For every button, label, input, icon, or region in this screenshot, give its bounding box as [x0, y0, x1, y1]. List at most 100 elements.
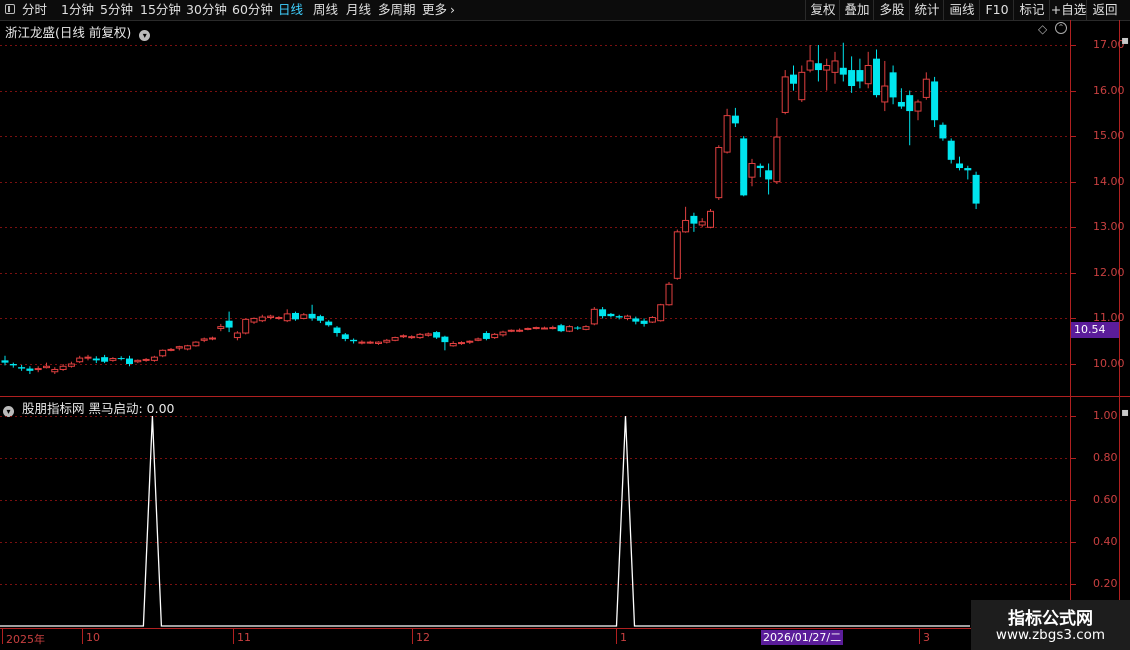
candle-body — [848, 70, 856, 87]
candle-body — [34, 368, 42, 371]
candle-body — [408, 336, 416, 339]
candle-body — [773, 136, 781, 183]
y-tick-label: 14.00 — [1093, 174, 1125, 188]
candle-body — [159, 349, 167, 357]
candle-body — [275, 317, 283, 320]
candle-body — [59, 365, 67, 370]
candle-body — [541, 327, 548, 330]
candle-body — [590, 308, 598, 325]
candle-body — [748, 162, 756, 178]
watermark-url: www.zbgs3.com — [995, 627, 1106, 643]
candle-body — [142, 358, 150, 361]
candle-body — [549, 327, 557, 330]
candle-body — [250, 317, 258, 323]
candle-body — [632, 318, 640, 322]
y-tick-label: 10.00 — [1093, 357, 1125, 370]
y-tick-label: 17.00 — [1093, 38, 1125, 51]
candle-body — [839, 67, 847, 75]
candle-body — [657, 304, 665, 322]
candle-body — [84, 356, 92, 359]
candle-body — [922, 78, 930, 98]
x-axis-label: 10 — [86, 631, 100, 644]
candle-body — [92, 358, 100, 361]
candle-body — [200, 338, 208, 341]
candle-body — [831, 60, 839, 73]
candle-body — [507, 329, 515, 332]
candle-body — [474, 338, 482, 341]
candle-body — [292, 312, 299, 320]
candle-body — [491, 333, 499, 339]
indicator-y-tick-label: 1.00 — [1093, 409, 1118, 422]
candle-body — [225, 320, 233, 328]
candle-body — [707, 210, 714, 228]
candle-body — [375, 341, 382, 344]
candle-body — [391, 337, 399, 341]
candle-body — [607, 313, 615, 317]
candle-body — [956, 163, 963, 169]
candle-body — [947, 140, 955, 160]
candle-body — [931, 81, 939, 121]
candle-body — [806, 60, 814, 71]
candle-body — [881, 85, 889, 103]
candle-body — [914, 101, 922, 112]
candle-body — [466, 340, 474, 343]
candle-body — [43, 365, 50, 369]
candle-body — [134, 359, 142, 363]
y-tick-label: 12.00 — [1093, 265, 1125, 279]
candle-body — [167, 348, 175, 351]
candle-body — [781, 76, 789, 113]
candle-body — [267, 315, 275, 319]
candle-body — [308, 313, 316, 319]
candle-body — [740, 138, 748, 196]
candle-body — [873, 58, 880, 96]
candle-body — [175, 346, 183, 349]
candle-body — [557, 325, 565, 332]
candle-body — [51, 368, 59, 373]
candle-body — [698, 221, 706, 226]
candle-body — [615, 316, 623, 318]
candle-body — [449, 342, 457, 347]
candle-body — [624, 315, 631, 319]
candle-body — [565, 326, 573, 332]
watermark-title: 指标公式网 — [1008, 609, 1093, 629]
watermark: 指标公式网 www.zbgs3.com — [971, 600, 1130, 650]
candle-body — [1, 360, 9, 363]
candle-body — [283, 313, 291, 322]
indicator-y-tick-label: 0.40 — [1093, 535, 1118, 548]
candle-body — [350, 339, 358, 342]
cursor-date-tag: 2026/01/27/二 — [761, 630, 844, 645]
candle-body — [648, 317, 656, 323]
candle-body — [192, 341, 200, 347]
candle-body — [358, 341, 366, 344]
candle-body — [333, 327, 341, 334]
candle-body — [482, 333, 490, 339]
candle-body — [790, 74, 797, 84]
candle-body — [26, 368, 34, 371]
candle-body — [640, 320, 648, 324]
x-axis-label: 1 — [620, 631, 627, 644]
candle-body — [499, 331, 507, 336]
candle-body — [682, 219, 690, 233]
candle-body — [316, 316, 324, 321]
candle-body — [723, 115, 731, 153]
candle-body — [582, 326, 590, 330]
candle-body — [814, 63, 822, 71]
candle-body — [416, 333, 424, 339]
candle-body — [258, 316, 266, 322]
y-tick-label: 13.00 — [1093, 220, 1125, 234]
candle-body — [383, 339, 391, 343]
candle-body — [217, 326, 225, 329]
candle-body — [209, 337, 216, 340]
x-axis-label: 2025年 — [6, 633, 45, 646]
candle-body — [366, 341, 374, 344]
candle-body — [126, 358, 133, 364]
candle-body — [101, 357, 109, 362]
candle-body — [665, 283, 673, 306]
candle-body — [731, 115, 739, 124]
candle-body — [300, 314, 308, 319]
candle-body — [325, 321, 333, 326]
x-axis-label: 11 — [237, 631, 251, 644]
candle-body — [399, 335, 407, 338]
candle-body — [532, 327, 540, 330]
candle-body — [233, 332, 241, 339]
